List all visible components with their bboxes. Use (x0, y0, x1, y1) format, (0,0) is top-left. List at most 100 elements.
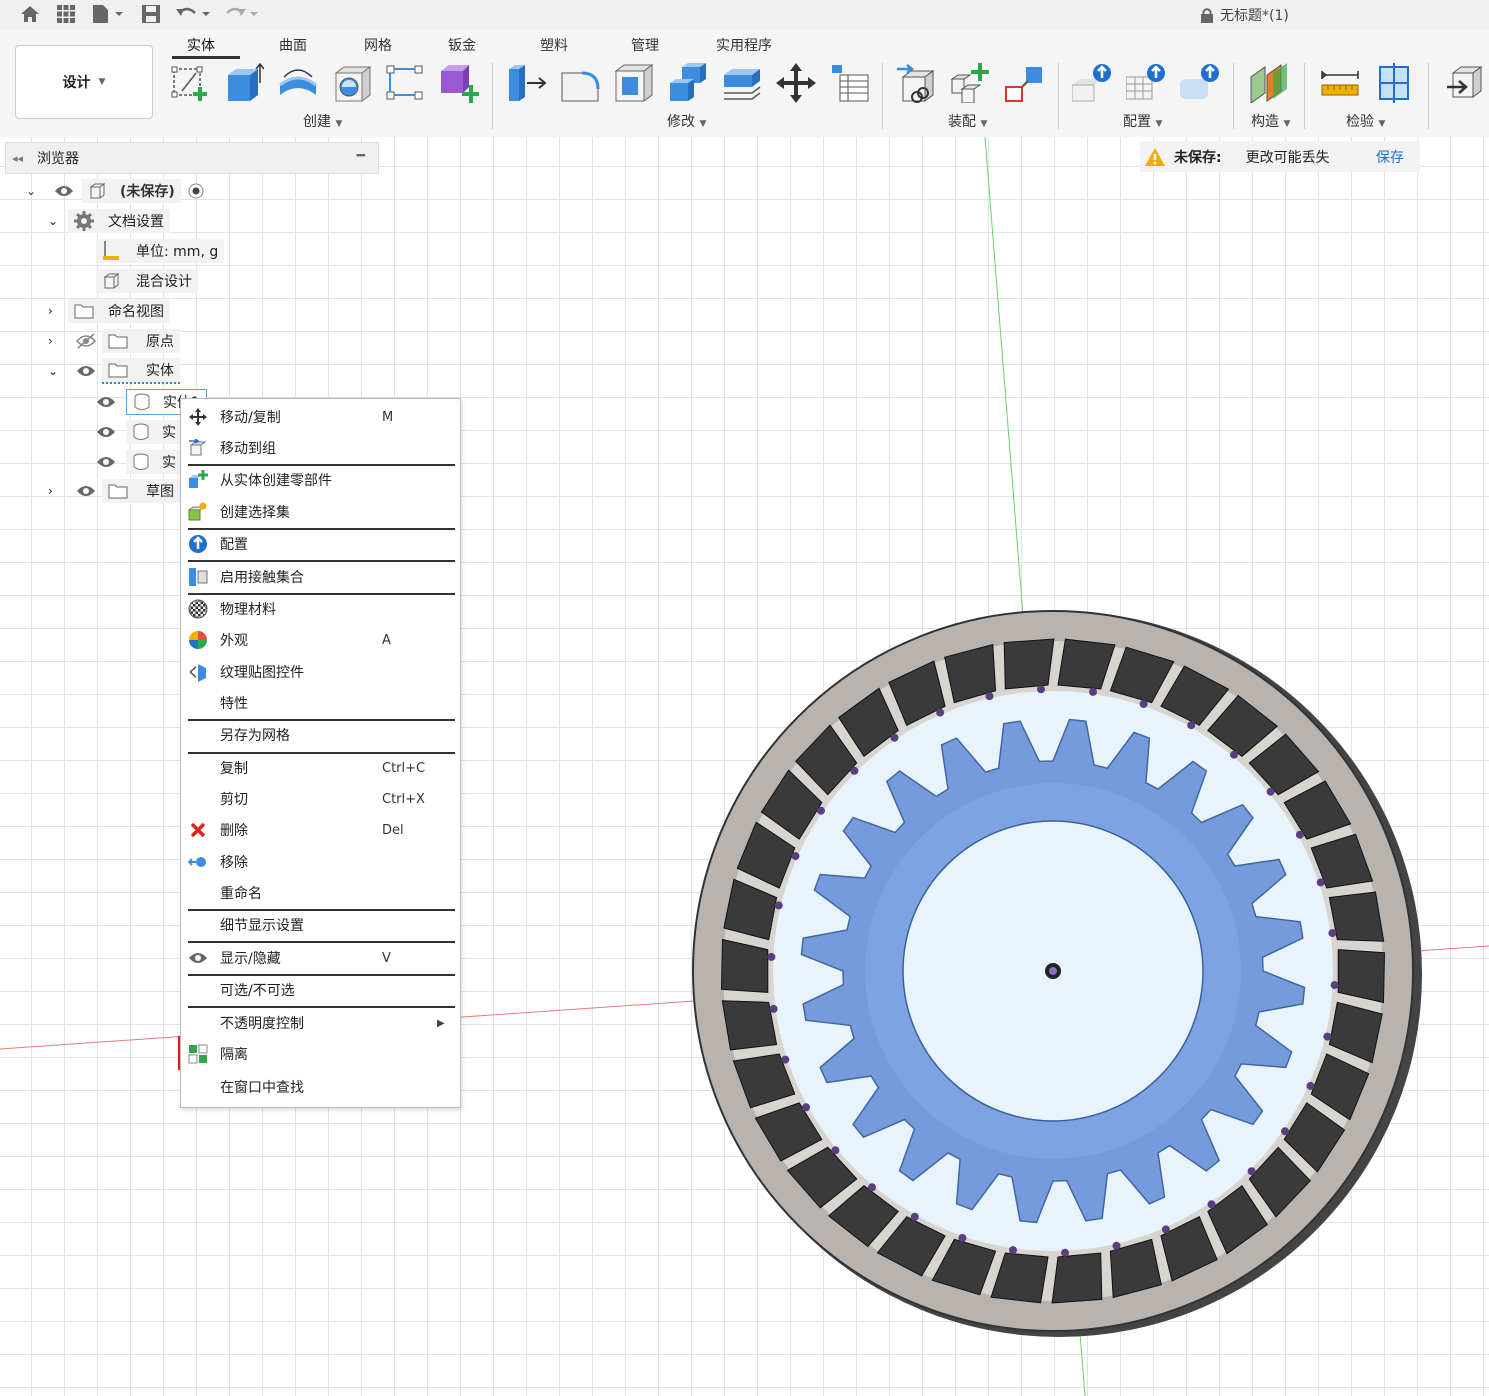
shell-icon[interactable] (614, 63, 654, 103)
section-analysis-icon[interactable] (1374, 63, 1414, 103)
change-parameters-icon[interactable] (830, 63, 870, 103)
tree-row-units[interactable]: 单位: mm, g (96, 237, 225, 265)
tab-plastic[interactable]: 塑料 (540, 35, 568, 55)
revolve-icon[interactable] (278, 63, 318, 103)
offset-plane-icon[interactable] (1249, 63, 1289, 104)
chevron-down-icon[interactable]: ⌄ (26, 184, 42, 198)
body-icon (133, 453, 149, 470)
rigid-group-icon[interactable] (1004, 63, 1044, 103)
insert-icon[interactable] (1443, 63, 1483, 103)
eye-icon[interactable] (76, 484, 96, 498)
press-pull-icon[interactable] (507, 63, 547, 103)
chevron-right-icon[interactable]: › (48, 484, 64, 498)
chevron-down-icon[interactable]: ⌄ (48, 364, 64, 378)
joint-icon[interactable] (950, 63, 990, 104)
chevron-down-icon[interactable]: ⌄ (48, 214, 64, 228)
hole-icon[interactable] (332, 63, 372, 103)
menu-item-17[interactable]: 细节显示设置 (181, 910, 460, 940)
tab-manage[interactable]: 管理 (631, 35, 659, 55)
tree-root-row[interactable]: ⌄ (未保存) (26, 177, 205, 205)
workspace-switcher[interactable]: 设计 ▼ (15, 45, 153, 119)
menu-item-6[interactable]: 启用接触集合 (181, 562, 460, 592)
gear-assembly-model[interactable] (692, 610, 1422, 1337)
minimize-icon[interactable]: ━ (357, 148, 365, 164)
grid-menu-icon[interactable] (54, 2, 78, 26)
combine-icon[interactable] (668, 63, 708, 103)
new-component-icon[interactable] (897, 63, 937, 103)
menu-item-label: 细节显示设置 (220, 918, 304, 934)
group-config[interactable]: 配置 ▼ (1123, 111, 1162, 131)
configure-icon[interactable] (1071, 63, 1112, 103)
save-icon[interactable] (139, 2, 163, 26)
menu-item-11[interactable]: 另存为网格 (181, 720, 460, 750)
eye-hidden-icon[interactable] (76, 333, 96, 349)
menu-item-1[interactable]: 移动/复制 M (181, 402, 460, 432)
menu-item-10[interactable]: 特性 (181, 688, 460, 718)
tree-row-origin[interactable]: › 原点 (48, 327, 180, 355)
tooth-pivot (1328, 929, 1337, 938)
chevron-down-icon: ▼ (98, 77, 106, 87)
tree-row-body3[interactable]: 实 (96, 448, 182, 476)
menu-item-12[interactable]: 复制 Ctrl+C (181, 753, 460, 783)
pattern-icon[interactable] (385, 63, 425, 103)
configure-table-icon[interactable] (1125, 63, 1166, 103)
home-icon[interactable] (18, 2, 42, 26)
menu-item-18[interactable]: 显示/隐藏 V (181, 943, 460, 973)
menu-item-22[interactable]: 在窗口中查找 (181, 1072, 460, 1102)
tree-row-bodies[interactable]: ⌄ 实体 (48, 357, 180, 385)
measure-icon[interactable] (1320, 63, 1360, 103)
activate-radio-icon[interactable] (187, 182, 205, 200)
group-construct[interactable]: 构造 ▼ (1251, 111, 1290, 131)
menu-item-14[interactable]: 删除 Del (181, 815, 460, 845)
tree-row-sketches[interactable]: › 草图 (48, 477, 180, 505)
tab-sheet-metal[interactable]: 钣金 (448, 35, 476, 55)
group-assemble[interactable]: 装配 ▼ (948, 111, 987, 131)
eye-icon[interactable] (76, 364, 96, 378)
eye-icon[interactable] (96, 455, 116, 469)
move-copy-icon[interactable] (776, 63, 816, 103)
create-form-icon[interactable] (439, 63, 480, 103)
folder-icon (108, 334, 128, 349)
eye-icon[interactable] (54, 184, 74, 198)
menu-item-7[interactable]: 物理材料 (181, 594, 460, 624)
undo-icon[interactable] (174, 2, 214, 26)
tab-mesh[interactable]: 网格 (364, 35, 392, 55)
fillet-icon[interactable] (560, 63, 600, 103)
tree-row-body2[interactable]: 实 (96, 418, 182, 446)
gear-icon (74, 211, 94, 231)
tab-utilities[interactable]: 实用程序 (716, 35, 772, 55)
menu-item-20[interactable]: 不透明度控制 ▶ (181, 1008, 460, 1038)
eye-icon[interactable] (96, 395, 116, 409)
eye-icon[interactable] (96, 425, 116, 439)
tab-surface[interactable]: 曲面 (279, 35, 307, 55)
tooth-pivot (831, 1146, 840, 1155)
group-create[interactable]: 创建 ▼ (303, 111, 342, 131)
menu-item-5[interactable]: 配置 (181, 529, 460, 559)
redo-icon[interactable] (222, 2, 262, 26)
menu-item-3[interactable]: 从实体创建零部件 (181, 465, 460, 495)
configure-rule-icon[interactable] (1180, 63, 1220, 103)
create-sketch-icon[interactable] (170, 63, 210, 103)
menu-item-16[interactable]: 重命名 (181, 878, 460, 908)
menu-item-19[interactable]: 可选/不可选 (181, 975, 460, 1005)
menu-item-8[interactable]: 外观 A (181, 625, 460, 655)
menu-item-2[interactable]: 移动到组 (181, 433, 460, 463)
group-inspect[interactable]: 检验 ▼ (1346, 111, 1385, 131)
menu-item-9[interactable]: 纹理贴图控件 (181, 657, 460, 687)
tab-solid[interactable]: 实体 (187, 35, 215, 55)
menu-item-13[interactable]: 剪切 Ctrl+X (181, 784, 460, 814)
collapse-panel-icon[interactable]: ◂◂ (12, 152, 23, 165)
tree-row-hybrid[interactable]: 混合设计 (96, 267, 198, 295)
menu-item-21[interactable]: 隔离 (181, 1039, 460, 1069)
tree-row-named-views[interactable]: › 命名视图 (48, 297, 170, 325)
chevron-right-icon[interactable]: › (48, 304, 64, 318)
group-modify[interactable]: 修改 ▼ (667, 111, 706, 131)
save-link[interactable]: 保存 (1376, 147, 1404, 167)
menu-item-15[interactable]: 移除 (181, 847, 460, 877)
offset-face-icon[interactable] (722, 63, 762, 103)
chevron-right-icon[interactable]: › (48, 334, 64, 348)
extrude-icon[interactable] (224, 62, 265, 103)
menu-item-4[interactable]: 创建选择集 (181, 497, 460, 527)
file-menu-icon[interactable] (90, 2, 126, 26)
tree-row-doc-settings[interactable]: ⌄ 文档设置 (48, 207, 170, 235)
